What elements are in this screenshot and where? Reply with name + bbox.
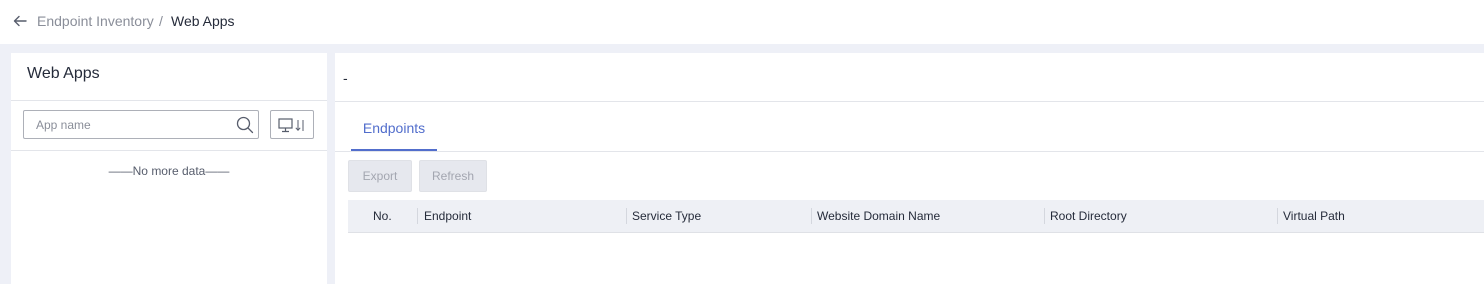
column-header-service-type[interactable]: Service Type [632,209,701,223]
divider [335,151,1484,152]
column-header-no[interactable]: No. [373,209,392,223]
column-resize-handle[interactable] [417,208,418,224]
panel-title: Web Apps [27,65,100,82]
arrow-left-icon[interactable] [12,13,28,29]
divider [11,100,327,101]
divider [335,101,1484,102]
column-header-endpoint[interactable]: Endpoint [424,209,471,223]
column-header-root-directory[interactable]: Root Directory [1050,209,1127,223]
breadcrumb-separator: / [159,13,163,29]
column-resize-handle[interactable] [1044,208,1045,224]
column-resize-handle[interactable] [811,208,812,224]
no-more-data-text: ——No more data—— [108,164,230,178]
column-resize-handle[interactable] [1277,208,1278,224]
divider [11,150,327,151]
refresh-button[interactable]: Refresh [419,160,487,192]
web-apps-list-panel: Web Apps ——No more data—— [11,53,327,284]
breadcrumb-current: Web Apps [171,13,235,29]
column-header-virtual-path[interactable]: Virtual Path [1283,209,1345,223]
detail-panel: - Endpoints Export Refresh No. Endpoint … [335,53,1484,284]
tab-endpoints[interactable]: Endpoints [351,120,437,151]
monitor-sort-icon [278,118,304,133]
column-header-website-domain-name[interactable]: Website Domain Name [817,209,940,223]
selected-app-title: - [343,70,348,86]
export-button[interactable]: Export [348,160,412,192]
breadcrumb-parent[interactable]: Endpoint Inventory [37,13,154,29]
app-name-search-input[interactable] [24,111,236,138]
search-icon[interactable] [236,116,254,134]
os-filter-button[interactable] [270,110,314,139]
top-bar: Endpoint Inventory / Web Apps [0,0,1484,44]
search-box [23,110,259,139]
table-header: No. Endpoint Service Type Website Domain… [348,200,1484,233]
column-resize-handle[interactable] [626,208,627,224]
